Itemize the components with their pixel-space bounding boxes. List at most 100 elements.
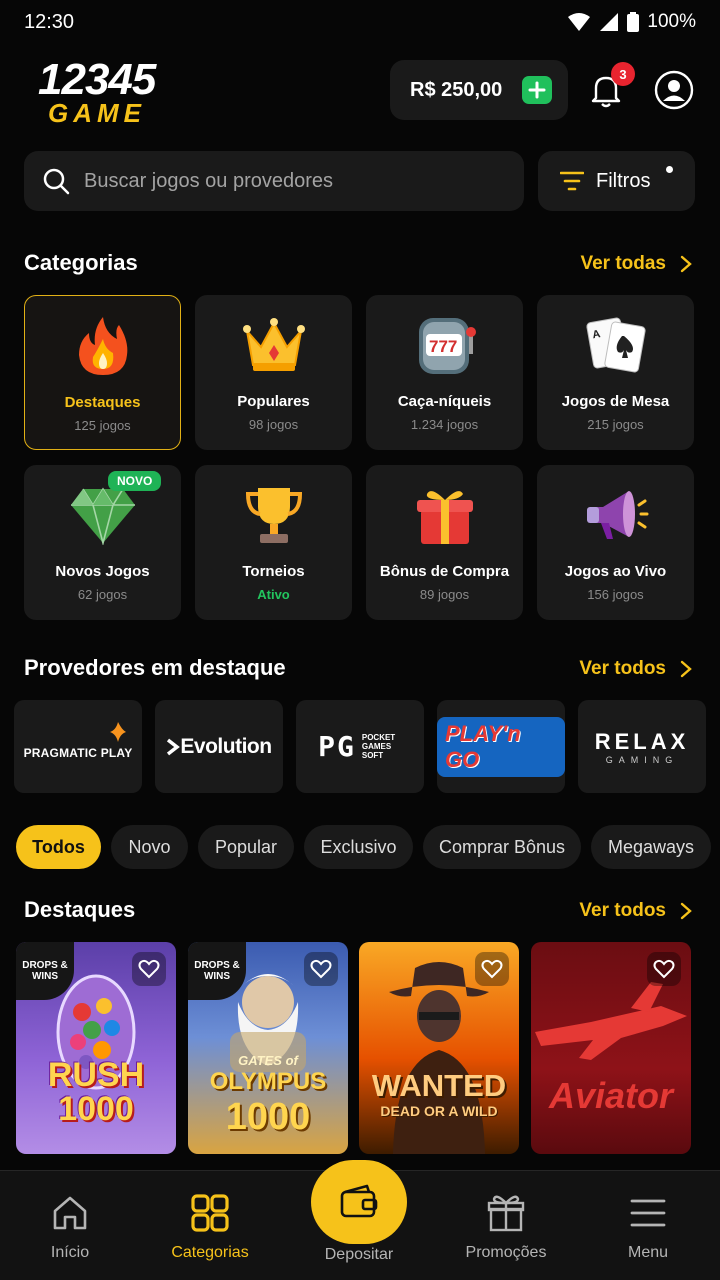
search-bar[interactable] (24, 151, 524, 211)
provider-relax-gaming[interactable]: RELAX GAMING (578, 700, 706, 793)
nav-categorias[interactable]: Categorias (140, 1171, 280, 1280)
favorite-button[interactable] (475, 952, 509, 986)
featured-title: Destaques (24, 897, 136, 922)
nav-promocoes[interactable]: Promoções (436, 1171, 576, 1280)
battery-percent: 100% (647, 11, 696, 32)
category-count: 98 jogos (248, 417, 299, 432)
status-icons: 100% (567, 11, 696, 33)
category-jogos-ao-vivo[interactable]: Jogos ao Vivo 156 jogos (537, 465, 694, 620)
diamond-icon (24, 483, 181, 547)
tournament-status: Ativo (257, 587, 290, 602)
grid-icon (191, 1194, 229, 1232)
game-card-rush-1000[interactable]: DROPS & WINS RUSH 1000 (16, 942, 176, 1154)
game-card-aviator[interactable]: Aviator (531, 942, 691, 1154)
chip-megaways[interactable]: Megaways (591, 825, 711, 869)
category-name: Populares (237, 393, 310, 410)
game-card-gates-of-olympus-1000[interactable]: DROPS & WINS GATES of OLYMPUS 1000 (188, 942, 348, 1154)
plus-icon (528, 81, 546, 99)
home-icon (53, 1196, 87, 1230)
provider-pragmatic-play[interactable]: PRAGMATIC PLAY (14, 700, 142, 793)
category-count: 125 jogos (74, 418, 131, 433)
svg-text:777: 777 (429, 337, 457, 356)
favorite-button[interactable] (647, 952, 681, 986)
game-title: OLYMPUS (209, 1068, 327, 1095)
fire-icon (25, 314, 180, 378)
chip-comprar-bonus[interactable]: Comprar Bônus (423, 825, 581, 869)
game-card-wanted-dead-or-a-wild[interactable]: WANTED DEAD OR A WILD (359, 942, 519, 1154)
notification-badge: 3 (611, 62, 635, 86)
favorite-button[interactable] (304, 952, 338, 986)
playing-cards-icon: A (537, 313, 694, 377)
deposit-button[interactable] (311, 1160, 407, 1244)
chevron-right-icon (680, 255, 692, 273)
wifi-icon (568, 13, 591, 31)
category-name: Bônus de Compra (379, 563, 510, 580)
megaphone-icon (537, 483, 694, 547)
balance-pill[interactable]: R$ 250,00 (390, 60, 568, 120)
category-destaques[interactable]: Destaques 125 jogos (24, 295, 181, 450)
chip-popular[interactable]: Popular (198, 825, 294, 869)
menu-icon (630, 1199, 666, 1227)
game-title-number: 1000 (225, 1096, 311, 1138)
trophy-icon (195, 483, 352, 547)
provider-logo: PRAGMATIC PLAY (23, 745, 133, 760)
category-count: 89 jogos (419, 587, 470, 602)
notifications-button[interactable]: 3 (586, 62, 635, 110)
new-badge: NOVO (108, 471, 162, 491)
nav-label: Categorias (171, 1244, 249, 1261)
chip-novo[interactable]: Novo (111, 825, 188, 869)
signal-icon (600, 13, 619, 31)
search-icon (43, 168, 70, 195)
filter-icon (560, 171, 584, 191)
provider-logo: PG (318, 730, 356, 763)
category-name: Destaques (64, 394, 141, 411)
see-all-label: Ver todos (579, 900, 666, 921)
game-title-number: 1000 (58, 1090, 134, 1128)
evolution-chevron-icon (167, 738, 181, 755)
provider-logo: RELAX (594, 728, 690, 754)
provider-playngo[interactable]: PLAY'n GO (437, 700, 565, 793)
favorite-button[interactable] (132, 952, 166, 986)
chip-todos[interactable]: Todos (16, 825, 101, 869)
category-count: 62 jogos (77, 587, 128, 602)
see-all-label: Ver todas (580, 253, 666, 274)
game-title: Aviator (548, 1075, 674, 1116)
user-icon (654, 70, 694, 110)
game-title: WANTED (371, 1068, 507, 1103)
status-bar: 12:30 100% (0, 0, 720, 44)
category-name: Caça-níqueis (397, 393, 492, 410)
provider-evolution[interactable]: Evolution (155, 700, 283, 793)
category-torneios[interactable]: Torneios Ativo (195, 465, 352, 620)
game-title: RUSH (47, 1056, 145, 1094)
pragmatic-star-icon (110, 722, 126, 742)
crown-icon (195, 313, 352, 377)
featured-see-all[interactable]: Ver todos (579, 900, 692, 922)
chevron-right-icon (680, 902, 692, 920)
battery-icon (627, 12, 640, 32)
nav-inicio[interactable]: Início (0, 1171, 140, 1280)
brand-logo[interactable]: 12345 GAME (38, 58, 178, 127)
category-jogos-de-mesa[interactable]: A Jogos de Mesa 215 jogos (537, 295, 694, 450)
add-funds-button[interactable] (522, 76, 552, 104)
profile-button[interactable] (654, 70, 694, 110)
providers-title: Provedores em destaque (24, 655, 286, 680)
balance-amount: R$ 250,00 (410, 78, 503, 101)
chevron-right-icon (680, 660, 692, 678)
category-novos-jogos[interactable]: NOVO Novos Jogos 62 jogos (24, 465, 181, 620)
search-input[interactable] (84, 169, 504, 193)
nav-label: Menu (627, 1244, 669, 1261)
nav-menu[interactable]: Menu (578, 1171, 718, 1280)
app-header: 12345 GAME R$ 250,00 3 (0, 54, 720, 126)
filters-button[interactable]: Filtros (538, 151, 695, 211)
categories-see-all[interactable]: Ver todas (580, 253, 692, 275)
provider-logo: Evolution (180, 734, 272, 758)
category-bonus-de-compra[interactable]: Bônus de Compra 89 jogos (366, 465, 523, 620)
providers-see-all[interactable]: Ver todos (579, 658, 692, 680)
categories-title: Categorias (24, 250, 138, 275)
filter-active-dot (666, 166, 673, 173)
chip-exclusivo[interactable]: Exclusivo (304, 825, 413, 869)
provider-pg-soft[interactable]: PG POCKET GAMES SOFT (296, 700, 424, 793)
category-populares[interactable]: Populares 98 jogos (195, 295, 352, 450)
category-caca-niqueis[interactable]: 777 Caça-níqueis 1.234 jogos (366, 295, 523, 450)
category-name: Novos Jogos (55, 563, 150, 580)
